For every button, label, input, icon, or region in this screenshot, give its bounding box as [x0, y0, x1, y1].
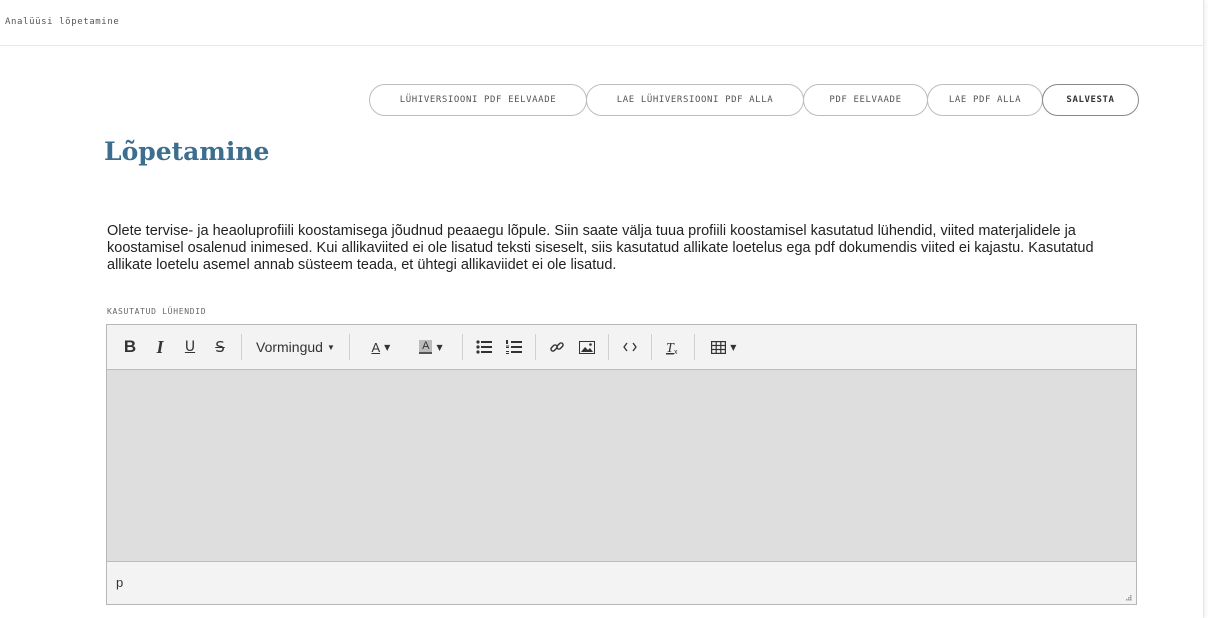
- bullet-list-icon[interactable]: [469, 333, 499, 361]
- short-pdf-download-button[interactable]: LAE LÜHIVERSIOONI PDF ALLA: [586, 84, 804, 116]
- resize-grip-icon[interactable]: [1124, 593, 1132, 601]
- pdf-download-button[interactable]: LAE PDF ALLA: [927, 84, 1043, 116]
- formats-label: Vormingud: [256, 339, 323, 355]
- toolbar-divider: [650, 334, 652, 360]
- editor-content-area[interactable]: [107, 370, 1136, 561]
- formats-dropdown[interactable]: Vormingud ▼: [248, 333, 343, 361]
- action-button-group: LÜHIVERSIOONI PDF EELVAADE LAE LÜHIVERSI…: [369, 84, 1139, 116]
- code-icon[interactable]: [615, 333, 645, 361]
- italic-button[interactable]: I: [145, 333, 175, 361]
- text-color-icon: A: [371, 339, 381, 355]
- editor-statusbar: p: [107, 561, 1136, 604]
- clear-format-icon[interactable]: Tx: [658, 333, 688, 361]
- intro-text: Olete tervise- ja heaoluprofiili koostam…: [107, 223, 1094, 273]
- strikethrough-button[interactable]: S: [205, 333, 235, 361]
- chevron-down-icon: ▼: [436, 342, 443, 352]
- background-color-icon: A: [419, 340, 433, 354]
- underline-button[interactable]: U: [175, 333, 205, 361]
- breadcrumb[interactable]: Analüüsi lõpetamine: [5, 17, 119, 27]
- table-icon: [711, 340, 727, 354]
- background-color-button[interactable]: A ▼: [406, 333, 456, 361]
- breadcrumb-bar: Analüüsi lõpetamine: [0, 0, 1204, 46]
- pdf-preview-button[interactable]: PDF EELVAADE: [803, 84, 928, 116]
- image-icon[interactable]: [572, 333, 602, 361]
- svg-text:x: x: [674, 349, 678, 355]
- text-color-button[interactable]: A ▼: [356, 333, 406, 361]
- link-icon[interactable]: [542, 333, 572, 361]
- table-button[interactable]: ▼: [701, 333, 747, 361]
- toolbar-divider: [693, 334, 695, 360]
- rich-text-editor: B I U S Vormingud ▼ A ▼ A ▼ T x ▼ p: [106, 324, 1137, 605]
- short-pdf-preview-button[interactable]: LÜHIVERSIOONI PDF EELVAADE: [369, 84, 587, 116]
- chevron-down-icon: ▼: [384, 342, 391, 352]
- chevron-down-icon: ▼: [730, 342, 737, 352]
- page-title: Lõpetamine: [104, 137, 270, 166]
- toolbar-divider: [241, 334, 242, 360]
- editor-toolbar: B I U S Vormingud ▼ A ▼ A ▼ T x ▼: [107, 325, 1136, 370]
- toolbar-divider: [607, 334, 609, 360]
- chevron-down-icon: ▼: [326, 342, 335, 352]
- toolbar-divider: [461, 334, 463, 360]
- save-button[interactable]: SALVESTA: [1042, 84, 1139, 116]
- element-path[interactable]: p: [116, 575, 123, 590]
- toolbar-divider: [534, 334, 536, 360]
- toolbar-divider: [348, 334, 350, 360]
- numbered-list-icon[interactable]: [499, 333, 529, 361]
- page-frame: Analüüsi lõpetamine LÜHIVERSIOONI PDF EE…: [0, 0, 1204, 618]
- bold-button[interactable]: B: [115, 333, 145, 361]
- field-label: KASUTATUD LÜHENDID: [107, 307, 207, 316]
